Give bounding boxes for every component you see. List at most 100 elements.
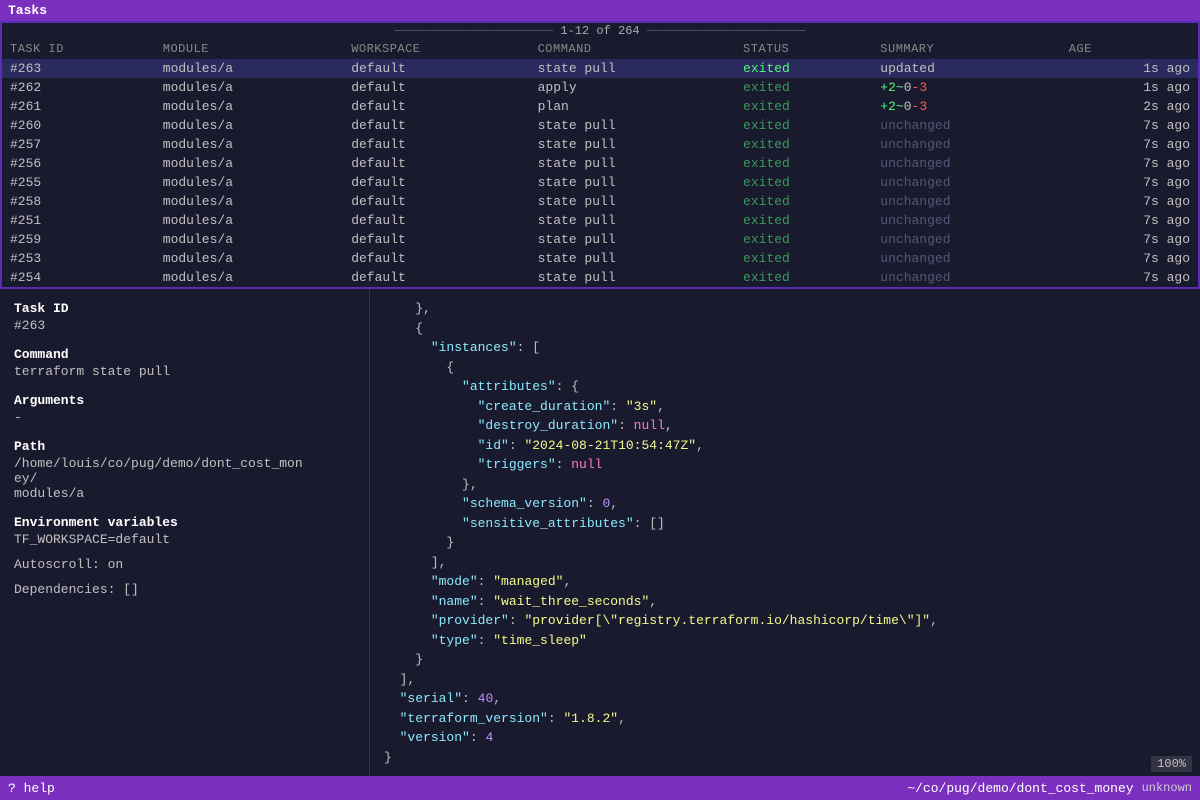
table-row[interactable]: #255 modules/a default state pull exited… (2, 173, 1198, 192)
status-text: unknown (1142, 781, 1192, 795)
zoom-indicator: 100% (1151, 756, 1192, 772)
table-row[interactable]: #254 modules/a default state pull exited… (2, 268, 1198, 287)
cell-age: 1s ago (1061, 78, 1198, 97)
cell-summary: updated (872, 59, 1060, 78)
table-row[interactable]: #257 modules/a default state pull exited… (2, 135, 1198, 154)
table-row[interactable]: #258 modules/a default state pull exited… (2, 192, 1198, 211)
col-header-summary: SUMMARY (872, 39, 1060, 59)
cell-summary: unchanged (872, 211, 1060, 230)
bottom-split: Task ID #263 Command terraform state pul… (0, 289, 1200, 776)
cell-workspace: default (343, 230, 529, 249)
cell-workspace: default (343, 59, 529, 78)
col-header-age: AGE (1061, 39, 1198, 59)
table-row[interactable]: #261 modules/a default plan exited +2~0-… (2, 97, 1198, 116)
cell-module: modules/a (155, 154, 343, 173)
table-row[interactable]: #256 modules/a default state pull exited… (2, 154, 1198, 173)
cell-age: 7s ago (1061, 211, 1198, 230)
cell-age: 1s ago (1061, 59, 1198, 78)
cell-summary: unchanged (872, 154, 1060, 173)
cell-workspace: default (343, 211, 529, 230)
cell-status: exited (735, 230, 872, 249)
cell-module: modules/a (155, 268, 343, 287)
cell-module: modules/a (155, 230, 343, 249)
table-row[interactable]: #259 modules/a default state pull exited… (2, 230, 1198, 249)
tasks-tbody: #263 modules/a default state pull exited… (2, 59, 1198, 287)
cell-summary: unchanged (872, 230, 1060, 249)
cell-taskid: #262 (2, 78, 155, 97)
json-panel[interactable]: }, { "instances": [ { "attributes": { "c… (370, 289, 1200, 776)
cell-taskid: #251 (2, 211, 155, 230)
path-value: /home/louis/co/pug/demo/dont_cost_money/… (14, 456, 303, 501)
cell-workspace: default (343, 268, 529, 287)
help-text[interactable]: ? help (8, 781, 55, 796)
env-value: TF_WORKSPACE=default (14, 532, 170, 547)
cell-module: modules/a (155, 116, 343, 135)
col-header-workspace: WORKSPACE (343, 39, 529, 59)
cell-age: 7s ago (1061, 192, 1198, 211)
title-bar: Tasks (0, 0, 1200, 21)
cell-taskid: #256 (2, 154, 155, 173)
arguments-label: Arguments (14, 393, 355, 408)
cell-module: modules/a (155, 192, 343, 211)
env-label: Environment variables (14, 515, 355, 530)
command-label: Command (14, 347, 355, 362)
cell-command: state pull (530, 154, 735, 173)
cell-workspace: default (343, 97, 529, 116)
status-bar: ? help ~/co/pug/demo/dont_cost_money unk… (0, 776, 1200, 800)
cell-workspace: default (343, 249, 529, 268)
cell-workspace: default (343, 192, 529, 211)
cell-age: 7s ago (1061, 173, 1198, 192)
cell-summary: unchanged (872, 268, 1060, 287)
cell-taskid: #254 (2, 268, 155, 287)
cell-taskid: #258 (2, 192, 155, 211)
cell-command: state pull (530, 135, 735, 154)
cell-status: exited (735, 116, 872, 135)
pagination-bar: ────────────────────── 1-12 of 264 ─────… (2, 23, 1198, 39)
cell-status: exited (735, 135, 872, 154)
col-header-taskid: TASK ID (2, 39, 155, 59)
table-row[interactable]: #260 modules/a default state pull exited… (2, 116, 1198, 135)
deps-text: Dependencies: [] (14, 582, 139, 597)
cell-age: 7s ago (1061, 154, 1198, 173)
path-label: Path (14, 439, 355, 454)
table-header-row: TASK ID MODULE WORKSPACE COMMAND STATUS … (2, 39, 1198, 59)
cell-age: 7s ago (1061, 268, 1198, 287)
cell-module: modules/a (155, 78, 343, 97)
autoscroll-line: Autoscroll: on (14, 557, 355, 572)
cell-age: 2s ago (1061, 97, 1198, 116)
cell-module: modules/a (155, 59, 343, 78)
cell-workspace: default (343, 135, 529, 154)
cell-summary: unchanged (872, 173, 1060, 192)
table-row[interactable]: #263 modules/a default state pull exited… (2, 59, 1198, 78)
table-row[interactable]: #251 modules/a default state pull exited… (2, 211, 1198, 230)
cell-command: state pull (530, 192, 735, 211)
cell-summary: unchanged (872, 192, 1060, 211)
task-id-value: #263 (14, 318, 45, 333)
cell-status: exited (735, 173, 872, 192)
cell-command: plan (530, 97, 735, 116)
table-row[interactable]: #253 modules/a default state pull exited… (2, 249, 1198, 268)
cell-summary: +2~0-3 (872, 78, 1060, 97)
task-details: Task ID #263 Command terraform state pul… (0, 289, 370, 776)
cell-command: apply (530, 78, 735, 97)
table-row[interactable]: #262 modules/a default apply exited +2~0… (2, 78, 1198, 97)
cell-status: exited (735, 211, 872, 230)
cell-command: state pull (530, 268, 735, 287)
cell-workspace: default (343, 173, 529, 192)
col-header-module: MODULE (155, 39, 343, 59)
cell-command: state pull (530, 173, 735, 192)
cell-taskid: #255 (2, 173, 155, 192)
col-header-command: COMMAND (530, 39, 735, 59)
tasks-table: TASK ID MODULE WORKSPACE COMMAND STATUS … (2, 39, 1198, 287)
cell-module: modules/a (155, 173, 343, 192)
cell-command: state pull (530, 59, 735, 78)
title-label: Tasks (8, 3, 47, 18)
pagination-text: 1-12 of 264 (560, 24, 639, 38)
cell-summary: unchanged (872, 116, 1060, 135)
cell-taskid: #259 (2, 230, 155, 249)
cell-status: exited (735, 192, 872, 211)
cell-command: state pull (530, 211, 735, 230)
cell-status: exited (735, 97, 872, 116)
cell-workspace: default (343, 116, 529, 135)
json-content: }, { "instances": [ { "attributes": { "c… (384, 299, 1186, 767)
